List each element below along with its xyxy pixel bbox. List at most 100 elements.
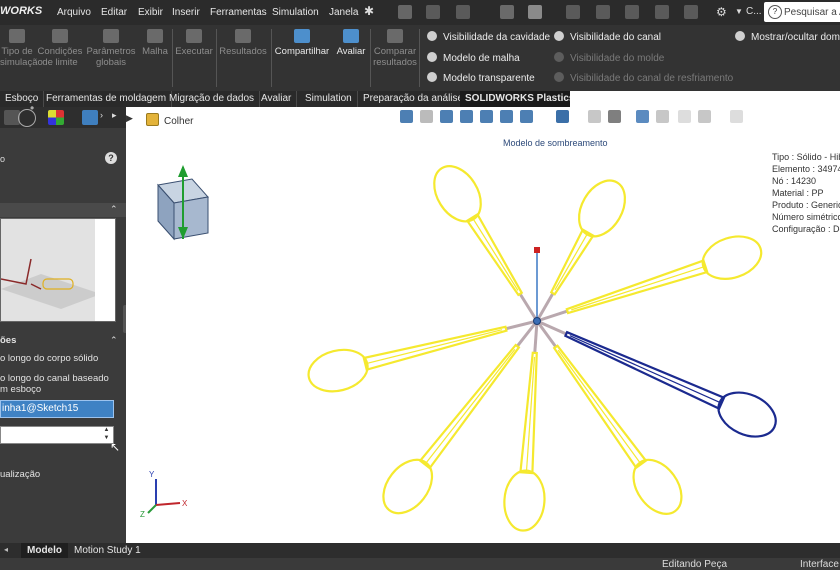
search-input[interactable]: ? Pesquisar a Aj: [764, 2, 840, 22]
spoon-cavity[interactable]: [425, 158, 537, 305]
model-canvas[interactable]: Y X Z: [126, 107, 840, 543]
global-parameters-label: Parâmetros globais: [86, 46, 136, 68]
mold-visibility-label: Visibilidade do molde: [570, 53, 665, 64]
save-icon[interactable]: [500, 5, 514, 19]
menu-editar[interactable]: Editar: [101, 7, 127, 18]
help-icon[interactable]: ?: [105, 152, 117, 164]
tab-avaliar[interactable]: Avaliar: [256, 91, 298, 107]
undo-icon[interactable]: [566, 5, 580, 19]
boundary-conditions-button[interactable]: Condições de limite: [36, 29, 84, 68]
file-properties-icon[interactable]: [655, 5, 669, 19]
tab-esboco[interactable]: Esboço: [0, 91, 45, 107]
select-icon[interactable]: [596, 5, 610, 19]
compare-results-button[interactable]: Comparar resultados: [372, 29, 418, 68]
option-along-sketch-runner-cont: m esboço: [0, 384, 42, 395]
spoon-cavities[interactable]: [304, 158, 783, 532]
new-document-icon[interactable]: [426, 5, 440, 19]
hub-center[interactable]: [533, 317, 541, 325]
menu-inserir[interactable]: Inserir: [172, 7, 200, 18]
show-hide-domain-toggle[interactable]: Mostrar/ocultar domí: [735, 31, 840, 43]
home-icon[interactable]: [398, 5, 412, 19]
open-icon[interactable]: [456, 5, 470, 19]
evaluate-button[interactable]: Avaliar: [334, 29, 368, 57]
triad-y-label: Y: [149, 470, 155, 479]
triad-z-label: Z: [140, 510, 145, 519]
status-editing: Editando Peça: [662, 559, 728, 570]
ribbon-divider: [370, 29, 371, 87]
value-spinbox[interactable]: ▲ ▼: [0, 426, 114, 444]
runner-branch[interactable]: [518, 293, 539, 322]
cavity-visibility-label: Visibilidade da cavidade: [443, 32, 551, 43]
scroll-left-icon[interactable]: ◂: [4, 545, 8, 554]
global-parameters-button[interactable]: Parâmetros globais: [86, 29, 136, 68]
triad-x-label: X: [182, 499, 188, 508]
tab-model[interactable]: Modelo: [21, 543, 68, 558]
tab-migracao-dados[interactable]: Migração de dados: [164, 91, 261, 107]
options-icon[interactable]: [684, 5, 698, 19]
cavity-visibility-toggle[interactable]: Visibilidade da cavidade: [427, 31, 550, 43]
mold-visibility-toggle[interactable]: Visibilidade do molde: [554, 52, 664, 64]
command-ribbon: Tipo de simulação Condições de limite Pa…: [0, 25, 840, 91]
tab-simulation[interactable]: Simulation: [300, 91, 358, 107]
evaluate-icon: [343, 29, 359, 43]
results-button[interactable]: Resultados: [218, 29, 268, 57]
tab-solidworks-plastics[interactable]: SOLIDWORKS Plastics: [460, 91, 581, 107]
spoon-cavity[interactable]: [561, 229, 766, 330]
menu-janela[interactable]: Janela: [329, 7, 358, 18]
run-button[interactable]: Executar: [174, 29, 214, 57]
transparent-model-toggle[interactable]: Modelo transparente: [427, 72, 535, 84]
chevron-right-icon[interactable]: ›: [100, 110, 103, 120]
options-section-title: ões: [0, 335, 17, 346]
chevron-left-icon[interactable]: ▸: [112, 110, 117, 121]
preview-section-header[interactable]: ⌃: [0, 203, 126, 217]
spoon-cavity[interactable]: [540, 335, 692, 523]
spoon-cavity[interactable]: [502, 351, 554, 532]
ribbon-divider: [216, 29, 217, 87]
share-button[interactable]: Compartilhar: [274, 29, 330, 57]
mesh-model-toggle[interactable]: Modelo de malha: [427, 52, 520, 64]
spoon-cavity-selected[interactable]: [558, 316, 783, 445]
pin-icon[interactable]: ✱: [364, 4, 374, 18]
tab-motion-study[interactable]: Motion Study 1: [68, 543, 147, 558]
global-parameters-icon: [103, 29, 119, 43]
plastics-manager-icon[interactable]: [82, 110, 98, 125]
chevron-down-icon[interactable]: ▼: [735, 7, 743, 16]
menu-exibir[interactable]: Exibir: [138, 7, 163, 18]
collapse-icon[interactable]: ⌃: [110, 204, 118, 215]
orientation-triad: Y X Z: [140, 470, 188, 519]
run-icon: [186, 29, 202, 43]
option-along-sketch-runner[interactable]: o longo do canal baseado: [0, 373, 109, 384]
injection-point-marker[interactable]: [534, 247, 540, 253]
menu-simulation[interactable]: Simulation: [272, 7, 319, 18]
tab-ferramentas-moldagem[interactable]: Ferramentas de moldagem: [41, 91, 173, 107]
menu-arquivo[interactable]: Arquivo: [57, 7, 91, 18]
view-cube[interactable]: [157, 165, 209, 241]
collapse-icon[interactable]: ⌃: [110, 335, 118, 346]
menu-ferramentas[interactable]: Ferramentas: [210, 7, 267, 18]
visualization-option[interactable]: ualização: [0, 469, 40, 480]
cooling-channel-visibility-toggle[interactable]: Visibilidade do canal de resfriamento: [554, 72, 733, 84]
gear-icon[interactable]: ⚙: [716, 5, 727, 19]
rebuild-icon[interactable]: [625, 5, 639, 19]
spoon-cavity[interactable]: [304, 309, 511, 397]
option-along-solid-body[interactable]: o longo do corpo sólido: [0, 353, 98, 364]
runner-visibility-label: Visibilidade do canal: [570, 32, 661, 43]
compare-results-icon: [387, 29, 403, 43]
crosshair-icon[interactable]: [18, 109, 36, 127]
transparent-model-icon: [427, 72, 437, 82]
runner-visibility-toggle[interactable]: Visibilidade do canal: [554, 31, 661, 43]
mold-icon: [554, 52, 564, 62]
appearance-icon[interactable]: [48, 110, 64, 125]
sketch-selection-field[interactable]: inha1@Sketch15: [0, 400, 114, 418]
command-manager-tabs: Esboço Ferramentas de moldagem Migração …: [0, 91, 581, 107]
user-label[interactable]: C...: [746, 6, 762, 17]
preview-thumbnail: [0, 219, 115, 321]
print-icon[interactable]: [528, 5, 542, 19]
mesh-button[interactable]: Malha: [140, 29, 170, 57]
tab-preparacao-analise[interactable]: Preparação da análise: [358, 91, 470, 107]
spoon-cavity[interactable]: [536, 172, 635, 303]
spin-up-icon[interactable]: ▲: [101, 427, 112, 434]
mesh-label: Malha: [142, 46, 168, 57]
options-section-header[interactable]: ões ⌃: [0, 334, 126, 348]
simulation-type-button[interactable]: Tipo de simulação: [0, 29, 43, 68]
